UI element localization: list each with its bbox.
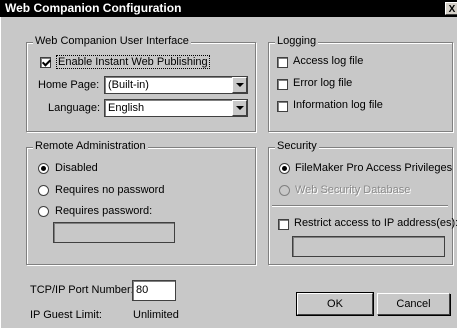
security-divider <box>272 205 448 207</box>
web-security-db-radio <box>279 185 290 196</box>
chevron-down-icon[interactable] <box>232 77 247 93</box>
guest-limit-label: IP Guest Limit: <box>30 309 102 321</box>
requires-password-radio[interactable] <box>38 206 49 217</box>
language-select[interactable]: English <box>104 99 248 117</box>
security-legend: Security <box>275 140 319 152</box>
chevron-down-icon[interactable] <box>232 100 247 116</box>
port-value: 80 <box>136 284 149 296</box>
enable-publishing-checkbox[interactable] <box>40 57 51 68</box>
requires-password-label: Requires password: <box>55 205 153 217</box>
ok-button[interactable]: OK <box>296 292 374 316</box>
error-log-label: Error log file <box>293 77 353 89</box>
restrict-ip-checkbox[interactable] <box>278 219 289 230</box>
guest-limit-value: Unlimited <box>133 309 179 321</box>
requires-no-password-label: Requires no password <box>55 184 165 196</box>
ip-address-input[interactable] <box>292 236 445 257</box>
ok-button-label: OK <box>327 298 343 310</box>
filemaker-privileges-label: FileMaker Pro Access Privileges <box>295 162 453 174</box>
enable-publishing-label: Enable Instant Web Publishing <box>56 55 210 69</box>
title-bar: Web Companion Configuration X <box>0 0 457 17</box>
cancel-button[interactable]: Cancel <box>377 293 450 315</box>
access-log-checkbox[interactable] <box>277 57 288 68</box>
port-label: TCP/IP Port Number: <box>30 284 134 296</box>
window-title: Web Companion Configuration <box>5 1 182 15</box>
admin-password-input[interactable] <box>53 222 175 243</box>
home-page-label: Home Page: <box>38 79 100 91</box>
restrict-ip-label: Restrict access to IP address(es): <box>294 217 457 229</box>
home-page-value: (Built-in) <box>108 79 149 91</box>
web-security-db-label: Web Security Database <box>295 184 411 196</box>
dialog-body: Web Companion User Interface Enable Inst… <box>0 17 457 328</box>
remote-admin-legend: Remote Administration <box>33 140 148 152</box>
disabled-label: Disabled <box>55 162 98 174</box>
information-log-checkbox[interactable] <box>277 101 288 112</box>
close-icon[interactable]: X <box>445 2 457 15</box>
port-input[interactable]: 80 <box>132 280 176 301</box>
information-log-label: Information log file <box>293 99 383 111</box>
home-page-select[interactable]: (Built-in) <box>104 76 248 94</box>
logging-legend: Logging <box>275 35 319 47</box>
filemaker-privileges-radio[interactable] <box>279 163 290 174</box>
language-value: English <box>108 102 145 114</box>
cancel-button-label: Cancel <box>396 298 431 310</box>
access-log-label: Access log file <box>293 55 364 67</box>
disabled-radio[interactable] <box>38 163 49 174</box>
ui-group-legend: Web Companion User Interface <box>33 35 191 47</box>
language-label: Language: <box>48 102 100 114</box>
error-log-checkbox[interactable] <box>277 79 288 90</box>
requires-no-password-radio[interactable] <box>38 185 49 196</box>
